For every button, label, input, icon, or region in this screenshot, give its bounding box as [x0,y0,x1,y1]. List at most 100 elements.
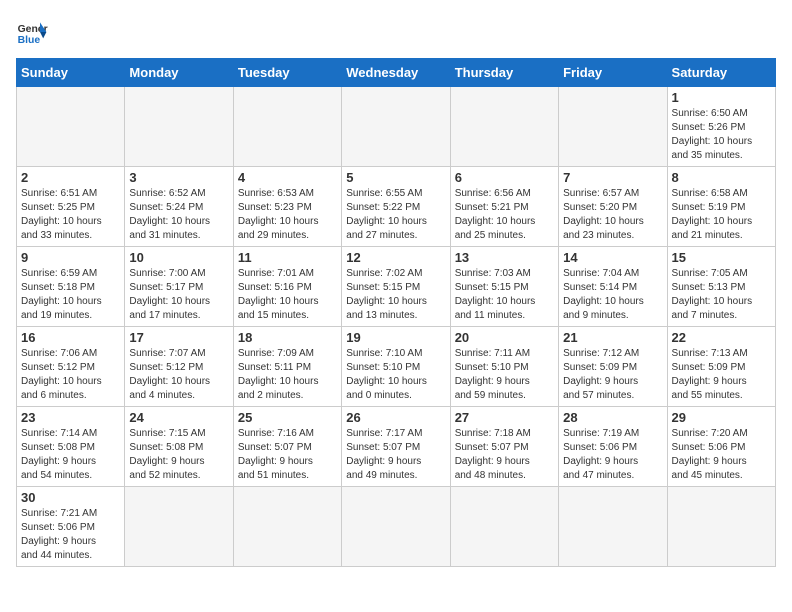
weekday-header-thursday: Thursday [450,59,558,87]
calendar-cell: 15 Sunrise: 7:05 AM Sunset: 5:13 PM Dayli… [667,247,775,327]
day-number: 3 [129,170,228,185]
day-number: 9 [21,250,120,265]
calendar-cell [342,487,450,567]
calendar-cell [450,87,558,167]
day-info: Sunrise: 6:55 AM Sunset: 5:22 PM Dayligh… [346,187,445,243]
calendar-table: SundayMondayTuesdayWednesdayThursdayFrid… [16,58,776,567]
calendar-cell [559,487,667,567]
day-number: 22 [672,330,771,345]
day-number: 27 [455,410,554,425]
day-info: Sunrise: 6:57 AM Sunset: 5:20 PM Dayligh… [563,187,662,243]
calendar-week-3: 9Sunrise: 6:59 AM Sunset: 5:18 PM Daylig… [17,247,776,327]
calendar-cell [450,487,558,567]
page-header: General Blue [16,16,776,48]
calendar-cell: 19 Sunrise: 7:10 AM Sunset: 5:10 PM Dayli… [342,327,450,407]
day-info: Sunrise: 7:09 AM Sunset: 5:11 PM Dayligh… [238,347,337,403]
day-number: 6 [455,170,554,185]
day-number: 2 [21,170,120,185]
day-number: 24 [129,410,228,425]
day-number: 26 [346,410,445,425]
calendar-cell: 24 Sunrise: 7:15 AM Sunset: 5:08 PM Dayli… [125,407,233,487]
day-info: Sunrise: 6:58 AM Sunset: 5:19 PM Dayligh… [672,187,771,243]
calendar-cell [125,487,233,567]
day-info: Sunrise: 7:20 AM Sunset: 5:06 PM Dayligh… [672,427,771,483]
calendar-week-4: 16Sunrise: 7:06 AM Sunset: 5:12 PM Dayli… [17,327,776,407]
day-number: 13 [455,250,554,265]
day-number: 28 [563,410,662,425]
calendar-cell: 4 Sunrise: 6:53 AM Sunset: 5:23 PM Daylig… [233,167,341,247]
weekday-header-row: SundayMondayTuesdayWednesdayThursdayFrid… [17,59,776,87]
day-info: Sunrise: 7:14 AM Sunset: 5:08 PM Dayligh… [21,427,120,483]
calendar-cell: 6 Sunrise: 6:56 AM Sunset: 5:21 PM Daylig… [450,167,558,247]
weekday-header-saturday: Saturday [667,59,775,87]
calendar-cell [233,487,341,567]
calendar-cell: 5 Sunrise: 6:55 AM Sunset: 5:22 PM Daylig… [342,167,450,247]
calendar-cell: 16Sunrise: 7:06 AM Sunset: 5:12 PM Dayli… [17,327,125,407]
calendar-cell: 17Sunrise: 7:07 AM Sunset: 5:12 PM Dayli… [125,327,233,407]
day-number: 30 [21,490,120,505]
calendar-cell: 28 Sunrise: 7:19 AM Sunset: 5:06 PM Dayli… [559,407,667,487]
day-number: 11 [238,250,337,265]
day-info: Sunrise: 7:02 AM Sunset: 5:15 PM Dayligh… [346,267,445,323]
day-number: 4 [238,170,337,185]
day-number: 19 [346,330,445,345]
calendar-cell: 29Sunrise: 7:20 AM Sunset: 5:06 PM Dayli… [667,407,775,487]
day-info: Sunrise: 6:53 AM Sunset: 5:23 PM Dayligh… [238,187,337,243]
day-info: Sunrise: 7:05 AM Sunset: 5:13 PM Dayligh… [672,267,771,323]
day-number: 8 [672,170,771,185]
day-number: 17 [129,330,228,345]
day-number: 18 [238,330,337,345]
day-number: 5 [346,170,445,185]
day-number: 1 [672,90,771,105]
calendar-cell: 14 Sunrise: 7:04 AM Sunset: 5:14 PM Dayli… [559,247,667,327]
weekday-header-tuesday: Tuesday [233,59,341,87]
day-info: Sunrise: 6:50 AM Sunset: 5:26 PM Dayligh… [672,107,771,163]
day-info: Sunrise: 7:04 AM Sunset: 5:14 PM Dayligh… [563,267,662,323]
calendar-cell: 8 Sunrise: 6:58 AM Sunset: 5:19 PM Daylig… [667,167,775,247]
calendar-cell: 12 Sunrise: 7:02 AM Sunset: 5:15 PM Dayli… [342,247,450,327]
calendar-week-5: 23Sunrise: 7:14 AM Sunset: 5:08 PM Dayli… [17,407,776,487]
day-info: Sunrise: 7:16 AM Sunset: 5:07 PM Dayligh… [238,427,337,483]
day-number: 10 [129,250,228,265]
day-number: 21 [563,330,662,345]
day-info: Sunrise: 7:01 AM Sunset: 5:16 PM Dayligh… [238,267,337,323]
calendar-cell: 13Sunrise: 7:03 AM Sunset: 5:15 PM Dayli… [450,247,558,327]
day-info: Sunrise: 7:15 AM Sunset: 5:08 PM Dayligh… [129,427,228,483]
calendar-cell: 11 Sunrise: 7:01 AM Sunset: 5:16 PM Dayli… [233,247,341,327]
weekday-header-sunday: Sunday [17,59,125,87]
logo-icon: General Blue [16,16,48,48]
weekday-header-friday: Friday [559,59,667,87]
day-info: Sunrise: 7:17 AM Sunset: 5:07 PM Dayligh… [346,427,445,483]
day-info: Sunrise: 7:10 AM Sunset: 5:10 PM Dayligh… [346,347,445,403]
calendar-cell [559,87,667,167]
day-info: Sunrise: 7:21 AM Sunset: 5:06 PM Dayligh… [21,507,120,563]
calendar-cell: 7Sunrise: 6:57 AM Sunset: 5:20 PM Daylig… [559,167,667,247]
calendar-cell: 10 Sunrise: 7:00 AM Sunset: 5:17 PM Dayli… [125,247,233,327]
calendar-cell: 22 Sunrise: 7:13 AM Sunset: 5:09 PM Dayli… [667,327,775,407]
day-info: Sunrise: 6:52 AM Sunset: 5:24 PM Dayligh… [129,187,228,243]
calendar-cell: 30 Sunrise: 7:21 AM Sunset: 5:06 PM Dayli… [17,487,125,567]
calendar-cell [233,87,341,167]
day-info: Sunrise: 6:56 AM Sunset: 5:21 PM Dayligh… [455,187,554,243]
calendar-cell: 20 Sunrise: 7:11 AM Sunset: 5:10 PM Dayli… [450,327,558,407]
calendar-cell: 3 Sunrise: 6:52 AM Sunset: 5:24 PM Daylig… [125,167,233,247]
day-number: 15 [672,250,771,265]
weekday-header-wednesday: Wednesday [342,59,450,87]
day-info: Sunrise: 7:13 AM Sunset: 5:09 PM Dayligh… [672,347,771,403]
day-number: 20 [455,330,554,345]
day-info: Sunrise: 7:11 AM Sunset: 5:10 PM Dayligh… [455,347,554,403]
day-number: 12 [346,250,445,265]
day-info: Sunrise: 7:00 AM Sunset: 5:17 PM Dayligh… [129,267,228,323]
day-info: Sunrise: 6:51 AM Sunset: 5:25 PM Dayligh… [21,187,120,243]
calendar-week-1: 1 Sunrise: 6:50 AM Sunset: 5:26 PM Daylig… [17,87,776,167]
calendar-week-2: 2 Sunrise: 6:51 AM Sunset: 5:25 PM Daylig… [17,167,776,247]
day-number: 14 [563,250,662,265]
day-info: Sunrise: 7:19 AM Sunset: 5:06 PM Dayligh… [563,427,662,483]
calendar-cell: 23Sunrise: 7:14 AM Sunset: 5:08 PM Dayli… [17,407,125,487]
weekday-header-monday: Monday [125,59,233,87]
day-number: 25 [238,410,337,425]
logo: General Blue [16,16,48,48]
calendar-cell: 2 Sunrise: 6:51 AM Sunset: 5:25 PM Daylig… [17,167,125,247]
calendar-cell [125,87,233,167]
day-number: 16 [21,330,120,345]
